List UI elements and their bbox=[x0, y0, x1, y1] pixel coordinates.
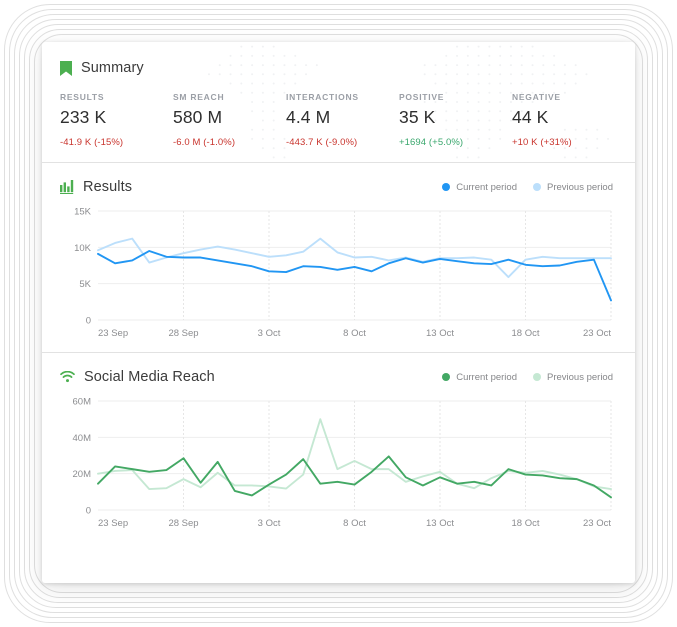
svg-text:0: 0 bbox=[86, 506, 91, 517]
social-legend: Current period Previous period bbox=[442, 372, 617, 383]
wifi-icon bbox=[60, 371, 75, 383]
stat-delta: +10 K (+31%) bbox=[512, 137, 572, 148]
stat-block: NEGATIVE 44 K +10 K (+31%) bbox=[512, 92, 625, 148]
stat-label: SM REACH bbox=[173, 92, 225, 102]
svg-text:0: 0 bbox=[86, 316, 91, 327]
stat-label: NEGATIVE bbox=[512, 92, 561, 102]
legend-dot-icon bbox=[532, 183, 541, 191]
results-title: Results bbox=[83, 179, 133, 195]
stat-block: INTERACTIONS 4.4 M -443.7 K (-9.0%) bbox=[286, 92, 399, 148]
stat-delta: -41.9 K (-15%) bbox=[60, 137, 124, 148]
stat-value: 233 K bbox=[60, 107, 107, 127]
svg-text:18 Oct: 18 Oct bbox=[512, 518, 540, 529]
legend-label: Previous period bbox=[546, 371, 613, 383]
legend-item[interactable]: Previous period bbox=[532, 371, 613, 383]
svg-text:15K: 15K bbox=[74, 207, 92, 218]
svg-text:10K: 10K bbox=[74, 243, 92, 254]
svg-text:13 Oct: 13 Oct bbox=[426, 328, 454, 339]
results-card: Results Current period Previous period 0 5… bbox=[42, 163, 635, 352]
legend-label: Current period bbox=[456, 371, 517, 383]
stat-value: 35 K bbox=[399, 107, 436, 127]
stat-block: RESULTS 233 K -41.9 K (-15%) bbox=[60, 92, 173, 148]
svg-text:13 Oct: 13 Oct bbox=[426, 518, 454, 529]
svg-text:18 Oct: 18 Oct bbox=[512, 328, 540, 339]
dashboard-panel: Summary RESULTS 233 K -41.9 K (-15%) SM REA… bbox=[42, 42, 635, 583]
svg-text:23 Oct: 23 Oct bbox=[583, 328, 611, 339]
stat-delta: -443.7 K (-9.0%) bbox=[286, 137, 358, 148]
stat-value: 580 M bbox=[173, 107, 223, 127]
svg-text:8 Oct: 8 Oct bbox=[343, 328, 366, 339]
summary-title: Summary bbox=[81, 60, 144, 76]
legend-dot-icon bbox=[442, 373, 451, 381]
svg-text:8 Oct: 8 Oct bbox=[343, 518, 366, 529]
stat-delta: -6.0 M (-1.0%) bbox=[173, 137, 236, 148]
stat-block: SM REACH 580 M -6.0 M (-1.0%) bbox=[173, 92, 286, 148]
results-header: Results Current period Previous period bbox=[60, 179, 617, 195]
stat-delta: +1694 (+5.0%) bbox=[399, 137, 464, 148]
legend-item[interactable]: Previous period bbox=[532, 181, 613, 193]
stat-block: POSITIVE 35 K +1694 (+5.0%) bbox=[399, 92, 512, 148]
summary-header: Summary bbox=[60, 60, 635, 76]
stat-value: 4.4 M bbox=[286, 107, 331, 127]
social-media-reach-card: Social Media Reach Current period Previou… bbox=[42, 353, 635, 542]
stat-label: INTERACTIONS bbox=[286, 92, 359, 102]
svg-text:28 Sep: 28 Sep bbox=[168, 518, 198, 529]
results-legend: Current period Previous period bbox=[442, 182, 617, 193]
summary-card: Summary RESULTS 233 K -41.9 K (-15%) SM REA… bbox=[42, 42, 635, 162]
social-title: Social Media Reach bbox=[84, 369, 215, 385]
svg-text:3 Oct: 3 Oct bbox=[258, 518, 281, 529]
social-header: Social Media Reach Current period Previou… bbox=[60, 369, 617, 385]
bookmark-icon bbox=[60, 60, 72, 76]
svg-text:60M: 60M bbox=[73, 397, 92, 408]
summary-stats-row: RESULTS 233 K -41.9 K (-15%) SM REACH 580 M -… bbox=[60, 92, 635, 148]
svg-text:23 Sep: 23 Sep bbox=[98, 328, 128, 339]
results-chart: 0 5K 10K 15K 23 Sep 28 Sep 3 Oct 8 Oct 13 Oct 18 … bbox=[60, 207, 617, 342]
stat-label: RESULTS bbox=[60, 92, 105, 102]
svg-text:20M: 20M bbox=[73, 469, 92, 480]
svg-text:23 Oct: 23 Oct bbox=[583, 518, 611, 529]
svg-text:40M: 40M bbox=[73, 433, 92, 444]
legend-item[interactable]: Current period bbox=[442, 182, 517, 193]
legend-dot-icon bbox=[442, 183, 451, 191]
stat-label: POSITIVE bbox=[399, 92, 445, 102]
stat-value: 44 K bbox=[512, 107, 549, 127]
bar-chart-icon bbox=[60, 180, 74, 194]
svg-text:23 Sep: 23 Sep bbox=[98, 518, 128, 529]
legend-item[interactable]: Current period bbox=[442, 372, 517, 383]
legend-label: Current period bbox=[456, 181, 517, 193]
svg-text:3 Oct: 3 Oct bbox=[258, 328, 281, 339]
svg-text:28 Sep: 28 Sep bbox=[168, 328, 198, 339]
legend-label: Previous period bbox=[546, 181, 613, 193]
legend-dot-icon bbox=[532, 373, 541, 381]
social-chart: 0 20M 40M 60M 23 Sep 28 Sep 3 Oct 8 Oct 13 Oct 18… bbox=[60, 397, 617, 532]
svg-text:5K: 5K bbox=[79, 279, 91, 290]
